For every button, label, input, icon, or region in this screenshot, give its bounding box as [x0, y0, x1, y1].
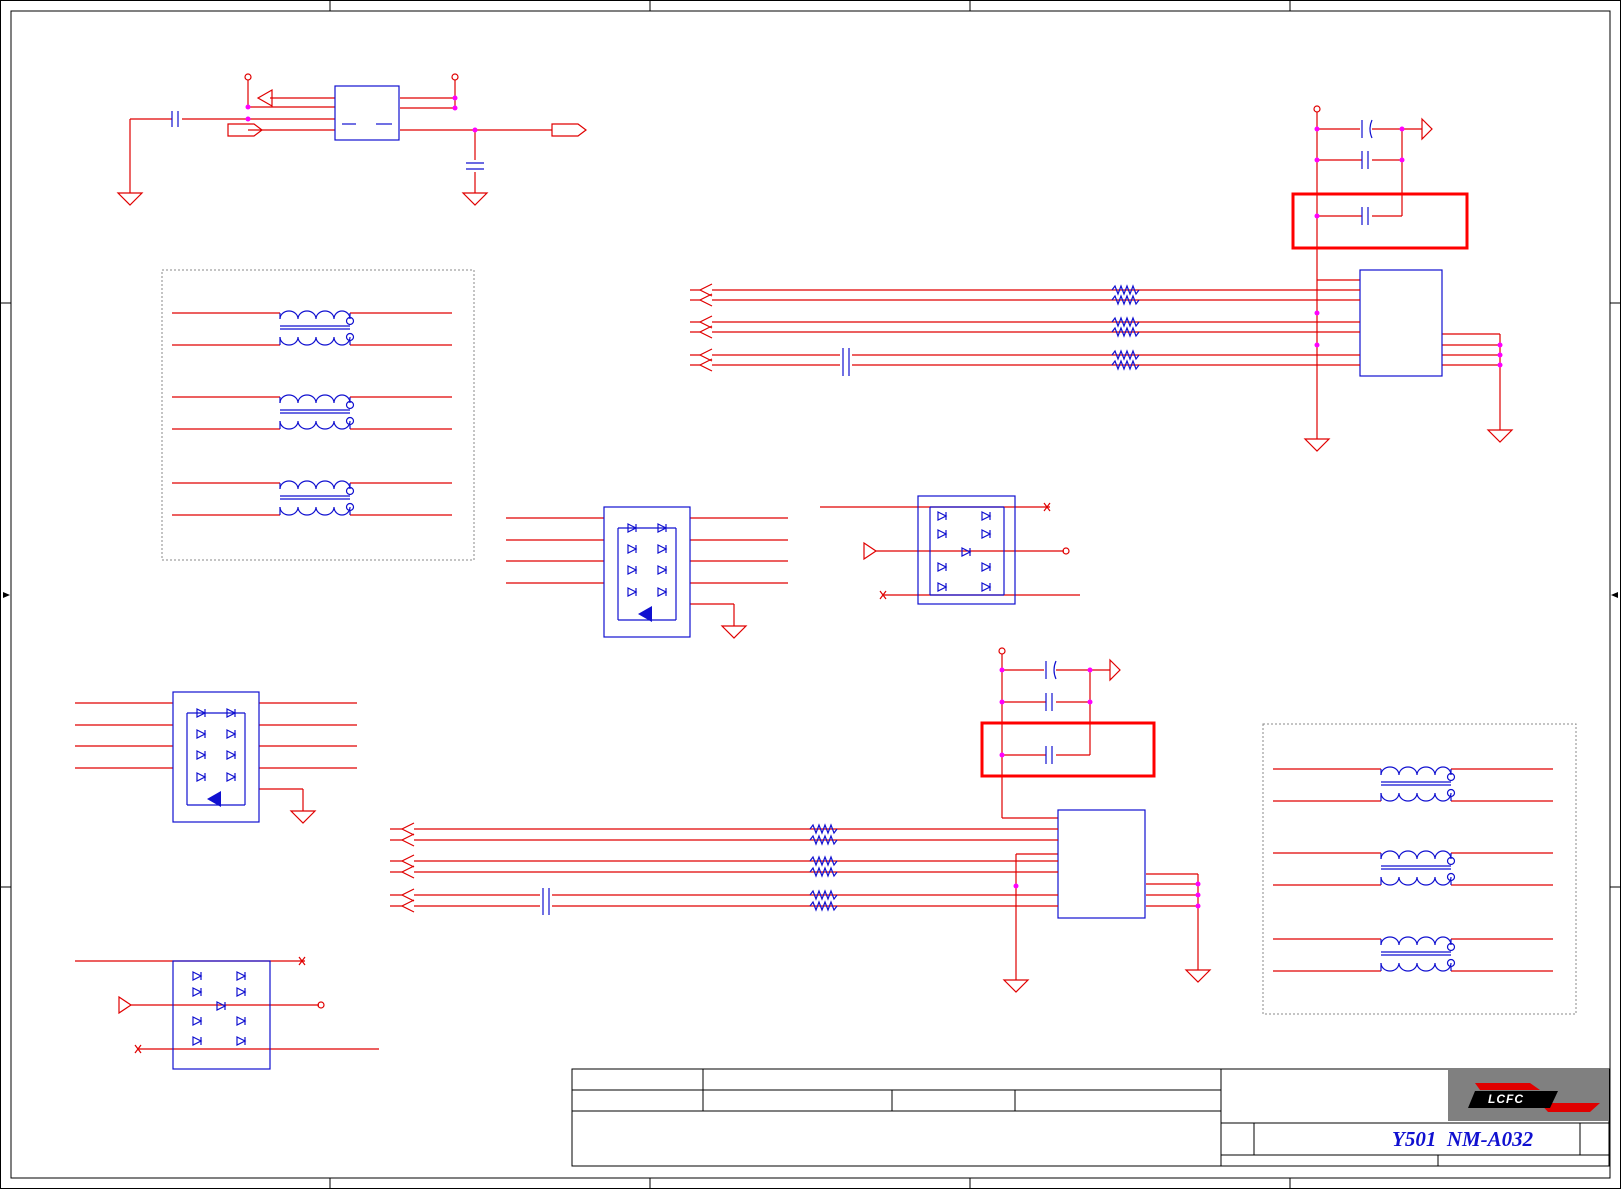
esd-array-center-right: [820, 495, 1080, 605]
sheet-border: [0, 0, 1621, 1189]
highlight-box-bottom: [980, 721, 1156, 778]
esd-array-middle: [506, 506, 788, 639]
common-mode-choke-icon: [172, 310, 452, 346]
diff-lines-top: [690, 283, 1360, 376]
regulator-block: [116, 73, 587, 206]
company-logo: [1448, 1069, 1609, 1121]
choke-group-right: [1262, 723, 1577, 1015]
highlight-box-top: [1291, 192, 1469, 250]
diff-lines-bottom: [390, 822, 1058, 915]
connector-top-right: [1291, 105, 1514, 452]
project-title: Y501 NM-A032: [1392, 1127, 1534, 1151]
logo-text: LCFC: [1488, 1092, 1524, 1106]
esd-array-left: [75, 691, 357, 824]
choke-group-left: [161, 269, 475, 561]
esd-array-bottom-left: [75, 956, 379, 1070]
schematic-sheet: [0, 0, 1621, 1189]
connector-bottom: [980, 647, 1212, 993]
